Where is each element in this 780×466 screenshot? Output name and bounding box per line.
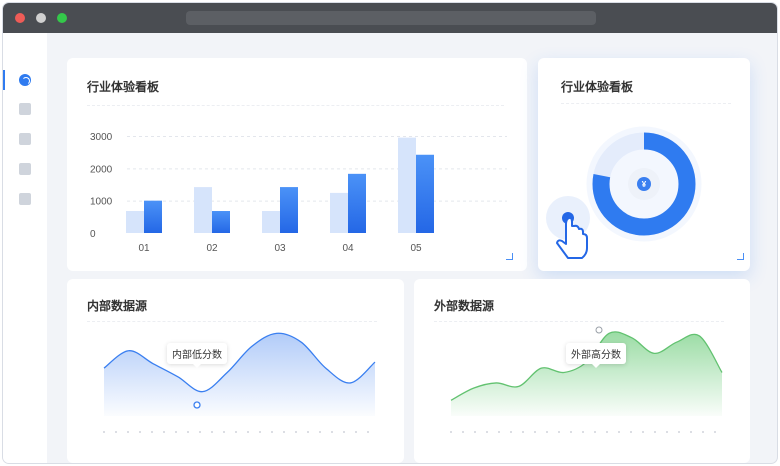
internal-source-card: 内部数据源 内部低分数 xyxy=(67,279,404,463)
app-window: 行业体验看板 0 1000 2000 3000 01 02 03 04 05 行业体验看板 ¥ … xyxy=(3,3,777,463)
internal-area-chart xyxy=(103,332,376,433)
bar-series-2[interactable] xyxy=(280,187,298,233)
currency-symbol: ¥ xyxy=(642,180,647,189)
sidebar xyxy=(3,33,47,463)
document-icon xyxy=(19,193,31,205)
x-tick-label: 01 xyxy=(138,243,150,254)
sidebar-item-add-user[interactable] xyxy=(3,157,47,181)
bar-series-1[interactable] xyxy=(398,137,416,233)
data-point-marker[interactable] xyxy=(193,401,201,409)
internal-tooltip: 内部低分数 xyxy=(167,343,227,368)
sidebar-item-trend[interactable] xyxy=(3,127,47,151)
bar-series-2[interactable] xyxy=(144,200,162,233)
bar-series-2[interactable] xyxy=(416,154,434,233)
camera-icon xyxy=(19,103,31,115)
bar-chart-card: 行业体验看板 0 1000 2000 3000 01 02 03 04 05 xyxy=(67,58,527,271)
bar-chart: 0 1000 2000 3000 01 02 03 04 05 xyxy=(90,132,507,254)
x-tick-label: 02 xyxy=(206,243,218,254)
bar-series-1[interactable] xyxy=(262,211,280,233)
external-source-card: 外部数据源 外部高分数 xyxy=(414,279,750,463)
x-tick-label: 03 xyxy=(274,243,286,254)
title-bar xyxy=(3,3,777,33)
donut-chart-card: 行业体验看板 ¥ xyxy=(538,58,750,271)
area-fill xyxy=(104,333,375,416)
y-tick-label: 0 xyxy=(90,229,96,240)
bar-series-1[interactable] xyxy=(330,192,348,233)
external-tooltip: 外部高分数 xyxy=(566,343,626,368)
x-tick-label: 05 xyxy=(410,243,422,254)
minimize-window-button[interactable] xyxy=(36,13,46,23)
expand-corner-icon[interactable] xyxy=(506,253,513,260)
sidebar-item-dashboard[interactable] xyxy=(3,68,47,92)
address-bar[interactable] xyxy=(186,11,596,25)
y-tick-label: 1000 xyxy=(90,197,113,208)
bar-series-1[interactable] xyxy=(126,211,144,233)
add-user-icon xyxy=(19,163,31,175)
external-area-chart xyxy=(450,326,723,433)
donut-chart: ¥ xyxy=(546,126,702,259)
bar-series-2[interactable] xyxy=(348,173,366,233)
y-tick-label: 2000 xyxy=(90,164,113,175)
data-point-marker[interactable] xyxy=(595,326,603,334)
expand-corner-icon[interactable] xyxy=(737,253,744,260)
close-window-button[interactable] xyxy=(15,13,25,23)
sidebar-item-document[interactable] xyxy=(3,187,47,211)
hand-pointer-icon[interactable] xyxy=(546,196,590,259)
maximize-window-button[interactable] xyxy=(57,13,67,23)
sidebar-item-camera[interactable] xyxy=(3,97,47,121)
trend-chart-icon xyxy=(19,133,31,145)
dashboard-icon xyxy=(19,74,31,86)
y-tick-label: 3000 xyxy=(90,132,113,143)
bar-series-1[interactable] xyxy=(194,187,212,233)
bar-series-2[interactable] xyxy=(212,211,230,233)
x-tick-label: 04 xyxy=(342,243,354,254)
